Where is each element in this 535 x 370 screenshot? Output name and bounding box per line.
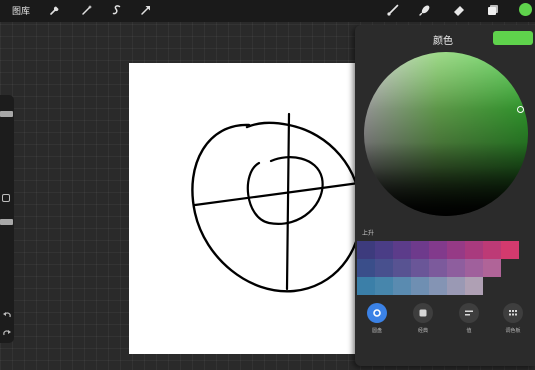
color-swatch[interactable] xyxy=(447,241,465,259)
color-swatch[interactable] xyxy=(375,241,393,259)
palette-row xyxy=(357,241,519,259)
modify-button[interactable] xyxy=(2,194,10,202)
wrench-icon[interactable] xyxy=(48,3,62,17)
smudge-icon[interactable] xyxy=(418,3,432,17)
tab-label: 调色板 xyxy=(505,328,521,334)
color-swatch[interactable] xyxy=(501,241,519,259)
palette-row xyxy=(357,277,519,295)
arrow-transform-icon[interactable] xyxy=(139,3,153,17)
brush-icon[interactable] xyxy=(386,3,400,17)
selection-s-icon[interactable] xyxy=(110,3,124,17)
tab-label: 圆盘 xyxy=(371,328,382,334)
panel-title: 颜色 xyxy=(433,36,453,47)
color-swatch[interactable] xyxy=(411,277,429,295)
palettes-icon xyxy=(503,303,523,323)
color-swatch[interactable] xyxy=(447,277,465,295)
color-swatch[interactable] xyxy=(357,277,375,295)
color-swatch[interactable] xyxy=(393,241,411,259)
current-color-button[interactable] xyxy=(519,3,532,16)
history-label: 上升 xyxy=(362,230,375,237)
color-history-palette xyxy=(357,241,519,295)
color-swatch[interactable] xyxy=(393,277,411,295)
current-color-swatch[interactable] xyxy=(493,31,533,45)
color-swatch[interactable] xyxy=(375,259,393,277)
layers-icon[interactable] xyxy=(486,3,500,17)
value-icon xyxy=(459,303,479,323)
brush-size-slider[interactable] xyxy=(0,111,13,117)
color-swatch[interactable] xyxy=(357,241,375,259)
color-swatch[interactable] xyxy=(411,241,429,259)
redo-icon[interactable] xyxy=(2,328,12,338)
disc-icon xyxy=(367,303,387,323)
color-swatch[interactable] xyxy=(465,277,483,295)
tab-classic[interactable]: 经典 xyxy=(403,303,443,334)
color-panel: 颜色 上升 圆盘 经典 值 调色板 xyxy=(355,25,535,366)
tab-label: 值 xyxy=(466,328,472,334)
color-disc-knob[interactable] xyxy=(517,106,524,113)
eraser-icon[interactable] xyxy=(452,3,466,17)
color-disc-shading xyxy=(364,52,528,216)
tab-label: 经典 xyxy=(417,328,428,334)
gallery-button[interactable]: 图库 xyxy=(12,4,30,17)
classic-icon xyxy=(413,303,433,323)
left-sidebar xyxy=(0,95,14,343)
color-swatch[interactable] xyxy=(411,259,429,277)
tab-value[interactable]: 值 xyxy=(449,303,489,334)
color-swatch[interactable] xyxy=(447,259,465,277)
color-swatch[interactable] xyxy=(393,259,411,277)
color-swatch[interactable] xyxy=(375,277,393,295)
color-swatch[interactable] xyxy=(429,277,447,295)
color-swatch[interactable] xyxy=(465,259,483,277)
magic-wand-icon[interactable] xyxy=(80,3,94,17)
tab-palettes[interactable]: 调色板 xyxy=(493,303,533,334)
color-swatch[interactable] xyxy=(483,259,501,277)
opacity-slider[interactable] xyxy=(0,219,13,225)
color-swatch[interactable] xyxy=(429,241,447,259)
color-swatch[interactable] xyxy=(483,241,501,259)
color-swatch[interactable] xyxy=(357,259,375,277)
color-disc[interactable] xyxy=(364,52,528,216)
palette-row xyxy=(357,259,519,277)
undo-icon[interactable] xyxy=(2,310,12,320)
color-mode-tabs: 圆盘 经典 值 调色板 xyxy=(355,301,535,351)
color-swatch[interactable] xyxy=(465,241,483,259)
color-swatch[interactable] xyxy=(429,259,447,277)
top-toolbar: 图库 xyxy=(0,0,535,22)
tab-disc[interactable]: 圆盘 xyxy=(357,303,397,334)
